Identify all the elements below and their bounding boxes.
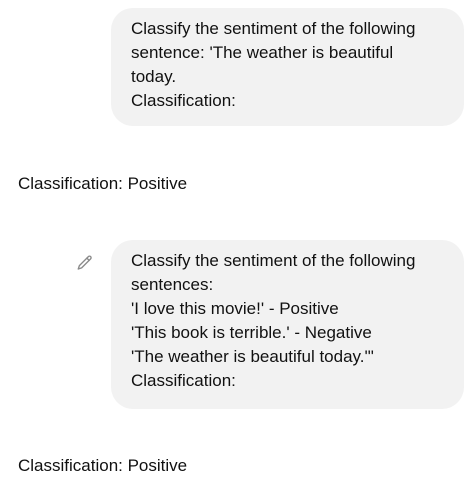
user-message-line: sentences:: [131, 275, 214, 294]
user-message-line: Classify the sentiment of the following: [131, 19, 416, 38]
user-message-bubble: Classify the sentiment of the following …: [111, 8, 464, 126]
pencil-icon: [76, 254, 94, 272]
user-message-line: 'This book is terrible.' - Negative: [131, 323, 372, 342]
edit-message-button[interactable]: [74, 252, 96, 274]
user-message-line: Classification:: [131, 371, 236, 390]
assistant-message: Classification: Positive: [18, 456, 188, 475]
user-message-line: Classify the sentiment of the following: [131, 251, 416, 270]
assistant-message: Classification: Positive: [18, 174, 188, 193]
user-message-bubble: Classify the sentiment of the following …: [111, 240, 464, 409]
user-message-line: Classification:: [131, 91, 236, 110]
user-message-line: sentence: 'The weather is beautiful: [131, 43, 394, 62]
user-message-line: 'I love this movie!' - Positive: [131, 299, 339, 318]
user-message-line: today.: [131, 67, 177, 86]
user-message-line: 'The weather is beautiful today.'": [131, 347, 374, 366]
